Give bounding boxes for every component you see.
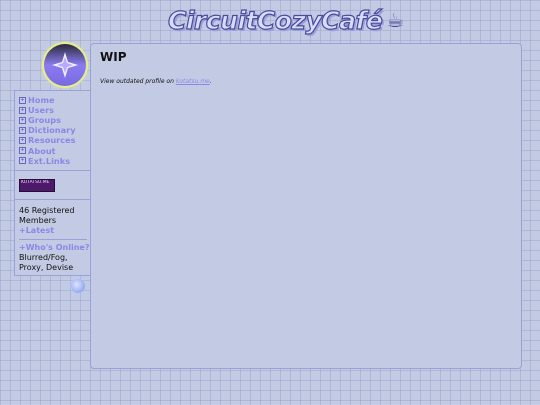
plus-icon: + — [19, 126, 26, 134]
plus-icon: + — [19, 106, 26, 114]
sidebar-item-groups[interactable]: + Groups — [19, 115, 90, 125]
plus-icon: + — [19, 242, 26, 252]
plus-icon: + — [19, 116, 26, 124]
main-content: WIP View outdated profile on kotatsu.me. — [90, 43, 522, 369]
whos-online-link[interactable]: + Who's Online? — [19, 243, 90, 253]
sidebar-item-users[interactable]: + Users — [19, 105, 90, 115]
sidebar: + Home + Users + Groups + Dictionary + Resour… — [14, 90, 90, 276]
sidebar-item-dictionary[interactable]: + Dictionary — [19, 125, 90, 135]
plus-icon: + — [19, 225, 26, 235]
site-title: CircuitCozyCafé — [167, 5, 383, 35]
online-users: Blurred/Fog, Proxy, Devise — [19, 252, 74, 272]
avatar[interactable] — [44, 44, 86, 86]
divider — [19, 238, 87, 240]
kotatsu-profile-link[interactable]: kotatsu.me — [176, 78, 210, 85]
sidebar-item-home[interactable]: + Home — [19, 95, 90, 105]
page-title: WIP — [100, 50, 127, 64]
sidebar-nav: + Home + Users + Groups + Dictionary + Resour… — [15, 91, 90, 166]
coffee-cup-icon: ☕ — [386, 8, 405, 32]
sidebar-item-about[interactable]: + About — [19, 145, 90, 156]
plus-icon: + — [19, 96, 26, 104]
sidebar-item-ext-links[interactable]: + Ext.Links — [19, 156, 90, 166]
member-count: 46 Registered Members — [19, 205, 75, 225]
orb-button[interactable] — [71, 279, 85, 293]
member-stats: 46 Registered Members + Latest + Who's Onl… — [15, 200, 90, 273]
kotatsu-banner[interactable]: KOTATSU.ME — [19, 178, 55, 192]
plus-icon: + — [19, 147, 26, 155]
plus-icon: + — [19, 136, 26, 144]
site-logo[interactable]: CircuitCozyCafé ☕ — [167, 4, 404, 36]
plus-icon: + — [19, 157, 26, 165]
sidebar-item-resources[interactable]: + Resources — [19, 135, 90, 145]
latest-link[interactable]: + Latest — [19, 226, 90, 236]
profile-note: View outdated profile on kotatsu.me. — [100, 78, 212, 85]
